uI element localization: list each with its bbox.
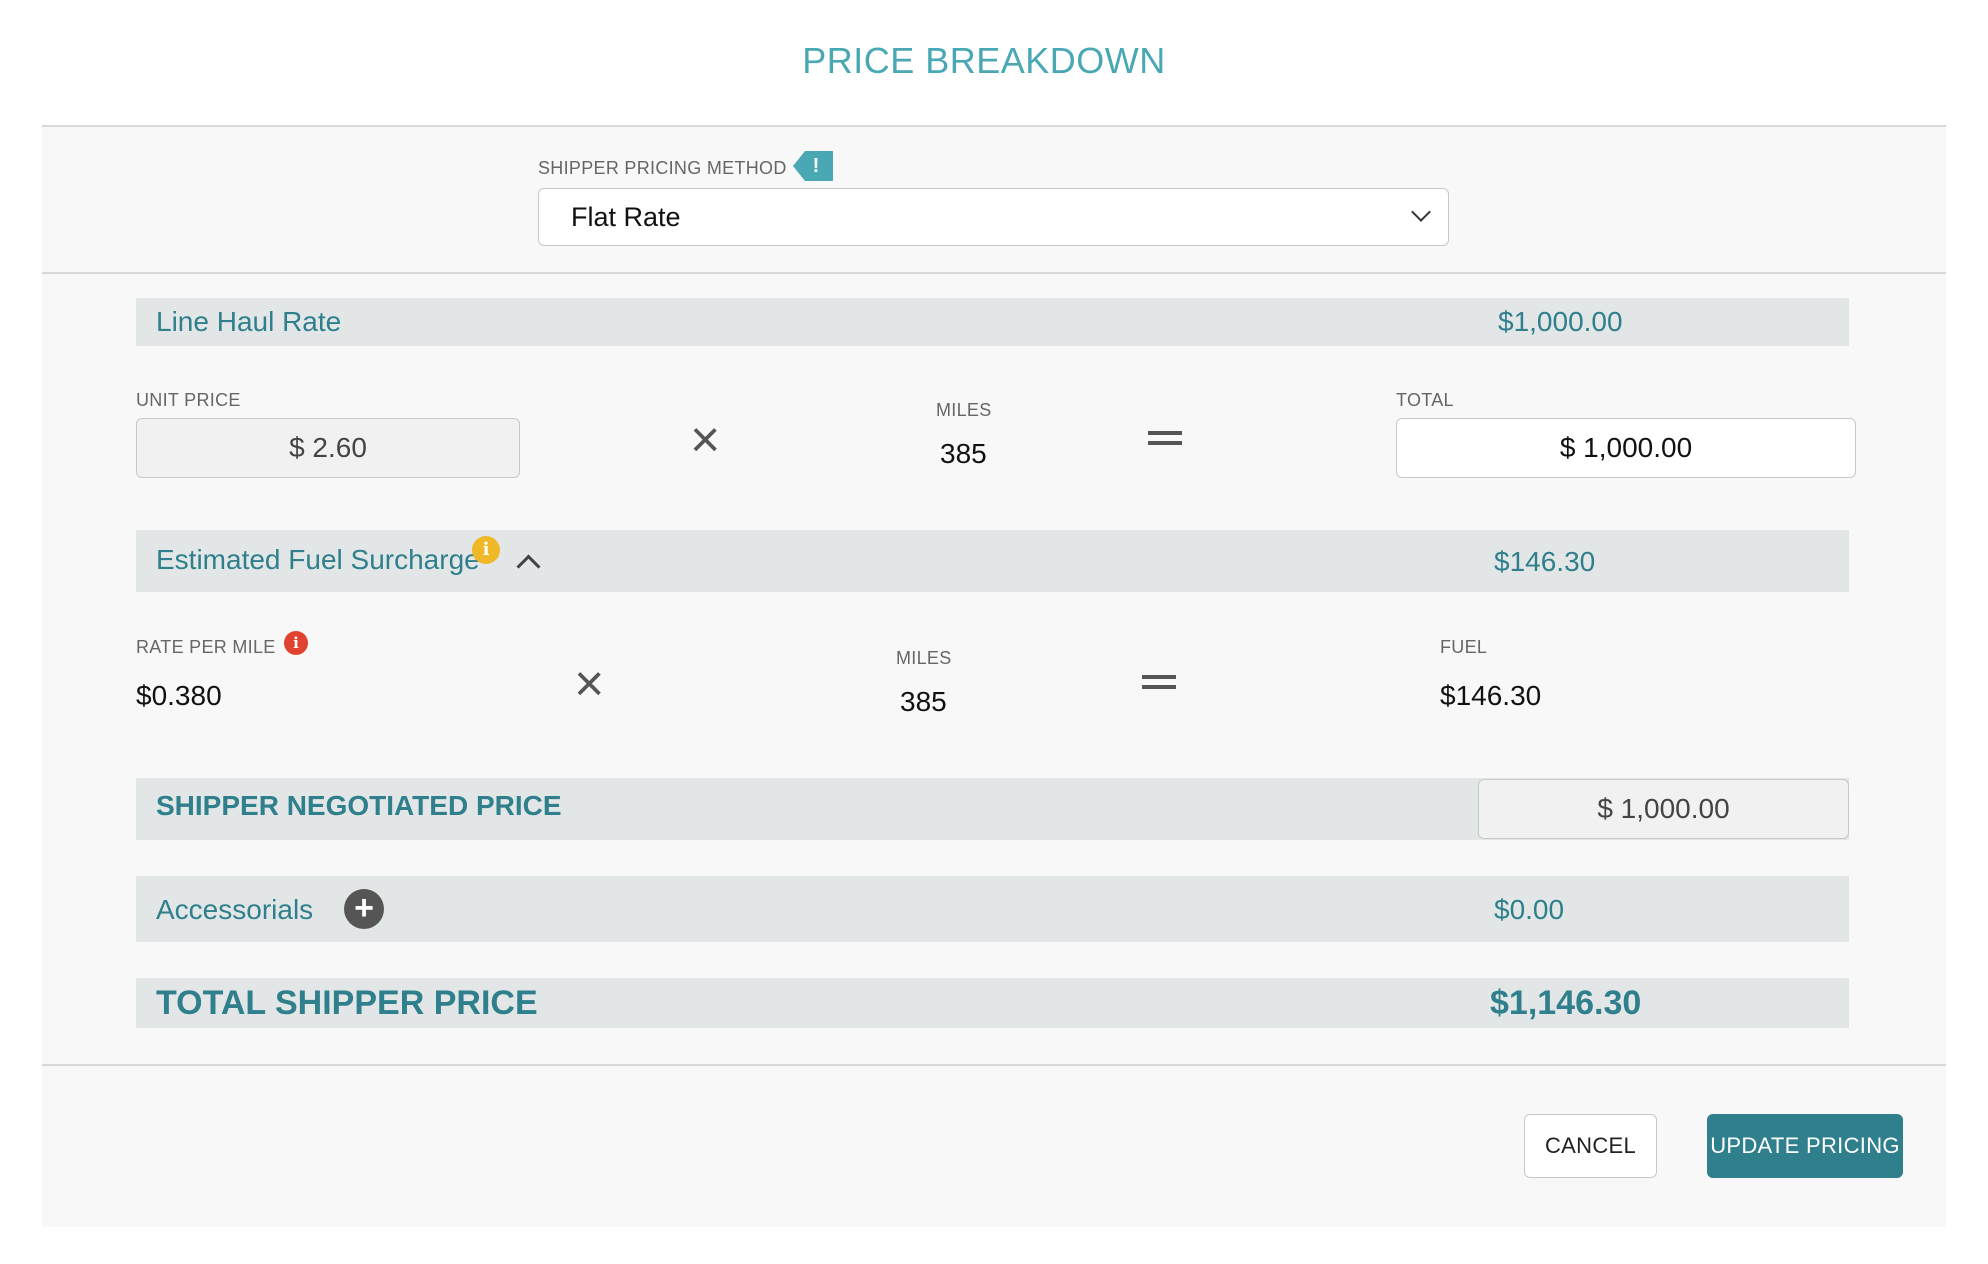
line-haul-band: Line Haul Rate $1,000.00 [136, 298, 1849, 346]
total-price-label: TOTAL SHIPPER PRICE [156, 984, 538, 1022]
total-input[interactable]: $ 1,000.00 [1396, 418, 1856, 478]
unit-price-input[interactable]: $ 2.60 [136, 418, 520, 478]
equals-icon [1148, 431, 1182, 445]
modal-title: PRICE BREAKDOWN [802, 40, 1166, 81]
info-icon[interactable]: i [472, 536, 500, 564]
total-price-value: $1,146.30 [1490, 984, 1642, 1022]
multiply-icon: × [574, 655, 605, 713]
pricing-method-selected: Flat Rate [571, 202, 681, 232]
fuel-surcharge-label: Estimated Fuel Surcharge [156, 544, 480, 575]
accessorials-label: Accessorials [156, 894, 314, 925]
fuel-surcharge-value: $146.30 [1494, 546, 1596, 577]
info-error-icon[interactable]: i [284, 631, 308, 655]
rate-per-mile-label: RATE PER MILE [136, 637, 276, 657]
update-pricing-button[interactable]: UPDATE PRICING [1707, 1114, 1903, 1178]
fuel-label: FUEL [1440, 637, 1488, 657]
chevron-down-icon [1411, 202, 1431, 222]
rate-per-mile-value: $0.380 [136, 680, 222, 711]
fuel-surcharge-band: Estimated Fuel Surcharge i $146.30 [136, 530, 1849, 592]
equals-icon [1142, 675, 1176, 689]
add-accessorial-button[interactable]: + [344, 889, 384, 929]
cancel-button[interactable]: CANCEL [1524, 1114, 1657, 1178]
fuel-miles-label: MILES [896, 648, 952, 668]
line-haul-value: $1,000.00 [1498, 306, 1623, 337]
miles-value: 385 [940, 438, 987, 469]
fuel-miles-value: 385 [900, 686, 947, 717]
accessorials-band: Accessorials + $0.00 [136, 876, 1849, 942]
line-haul-label: Line Haul Rate [156, 306, 342, 337]
chevron-up-icon[interactable] [516, 554, 541, 579]
negotiated-price-label: SHIPPER NEGOTIATED PRICE [156, 790, 562, 821]
total-label: TOTAL [1396, 390, 1454, 410]
unit-price-label: UNIT PRICE [136, 390, 241, 410]
modal-body [42, 125, 1946, 1227]
divider [42, 272, 1946, 274]
fuel-value: $146.30 [1440, 680, 1542, 711]
miles-label: MILES [936, 400, 992, 420]
pricing-method-select[interactable]: Flat Rate [538, 188, 1449, 246]
negotiated-price-input[interactable]: $ 1,000.00 [1478, 779, 1849, 839]
multiply-icon: × [690, 411, 721, 469]
total-price-band: TOTAL SHIPPER PRICE $1,146.30 [136, 978, 1849, 1028]
accessorials-value: $0.00 [1494, 894, 1565, 925]
divider [42, 1064, 1946, 1066]
pricing-method-label: SHIPPER PRICING METHOD [538, 158, 787, 178]
